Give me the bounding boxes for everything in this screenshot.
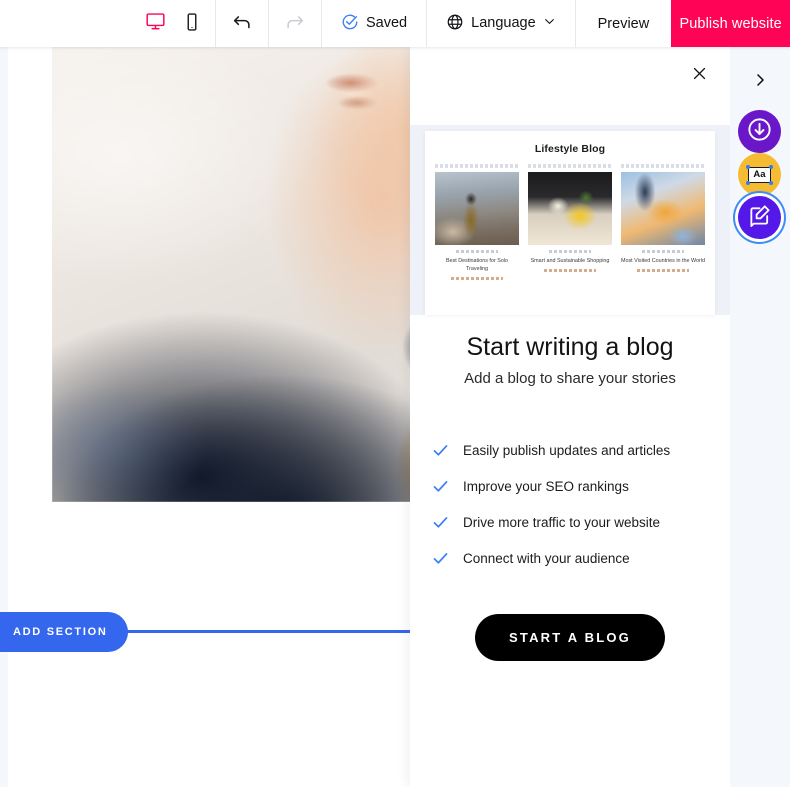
close-panel-button[interactable] — [686, 63, 712, 89]
feature-label: Drive more traffic to your website — [463, 514, 661, 530]
blog-preview-meta — [544, 269, 596, 273]
check-icon — [432, 478, 449, 495]
panel-title: Start writing a blog — [466, 333, 674, 361]
text-aa-icon: Aa — [746, 164, 773, 185]
right-rail: Aa — [730, 47, 790, 787]
collapse-panel-button[interactable] — [748, 70, 772, 94]
blog-preview-image — [621, 172, 705, 245]
feature-item: Improve your SEO rankings — [432, 468, 712, 504]
blog-preview-meta — [451, 277, 503, 281]
blog-preview-item: Best Destinations for Solo Traveling — [435, 164, 519, 281]
blog-preview-title: Lifestyle Blog — [534, 143, 606, 155]
download-circle-icon — [746, 116, 773, 148]
saved-label: Saved — [366, 15, 408, 32]
redo-group — [268, 0, 321, 47]
phone-icon — [184, 12, 200, 36]
edit-button[interactable] — [738, 196, 781, 239]
monitor-icon — [145, 11, 166, 36]
saved-status-button[interactable]: Saved — [328, 0, 420, 47]
add-section-divider-line — [124, 630, 424, 633]
handle-top-left — [746, 164, 750, 169]
blog-preview-caption: Most Visited Countries in the World — [621, 258, 705, 264]
check-circle-icon — [341, 13, 359, 35]
download-button[interactable] — [738, 110, 781, 153]
add-section-label: ADD SECTION — [13, 626, 108, 638]
blog-preview-category — [456, 250, 498, 253]
mobile-view-button[interactable] — [175, 0, 209, 47]
language-label: Language — [471, 15, 536, 32]
top-toolbar: Saved Language Preview Publish website — [0, 0, 790, 47]
edit-pencil-icon — [748, 204, 771, 232]
redo-button[interactable] — [275, 0, 315, 47]
feature-label: Easily publish updates and articles — [463, 442, 671, 458]
toolbar-left-spacer — [0, 0, 130, 47]
undo-button[interactable] — [222, 0, 262, 47]
add-section-button[interactable]: ADD SECTION — [0, 612, 128, 652]
panel-subtitle: Add a blog to share your stories — [464, 370, 676, 387]
language-group: Language — [426, 0, 575, 47]
device-switch-group — [130, 0, 215, 47]
handle-bottom-right — [769, 180, 773, 185]
website-builder-app: Saved Language Preview Publish website A… — [0, 0, 790, 787]
aa-glyph: Aa — [753, 169, 766, 180]
handle-bottom-left — [746, 180, 750, 185]
blog-preview-kicker — [435, 164, 519, 168]
blog-preview-category — [549, 250, 591, 253]
check-icon — [432, 442, 449, 459]
saved-group: Saved — [321, 0, 426, 47]
feature-label: Improve your SEO rankings — [463, 478, 629, 494]
blog-preview-grid: Best Destinations for Solo Traveling Sma… — [435, 164, 705, 281]
feature-item: Connect with your audience — [432, 540, 712, 576]
blog-preview-illustration: Lifestyle Blog Best Destinations for Sol… — [410, 125, 730, 315]
text-button[interactable]: Aa — [738, 153, 781, 196]
feature-item: Drive more traffic to your website — [432, 504, 712, 540]
check-icon — [432, 550, 449, 567]
cta-wrapper: START A BLOG — [410, 614, 730, 661]
check-icon — [432, 514, 449, 531]
language-selector[interactable]: Language — [433, 0, 569, 47]
blog-preview-kicker — [621, 164, 705, 168]
blog-preview-image — [528, 172, 612, 245]
preview-button[interactable]: Preview — [574, 0, 672, 47]
blog-preview-caption: Best Destinations for Solo Traveling — [445, 258, 509, 273]
chevron-down-icon — [543, 15, 556, 32]
feature-item: Easily publish updates and articles — [432, 432, 712, 468]
blog-preview-image — [435, 172, 519, 245]
blog-preview-meta — [637, 269, 689, 273]
blog-preview-item: Smart and Sustainable Shopping — [528, 164, 612, 280]
chevron-right-icon — [752, 72, 768, 93]
redo-arrow-icon — [284, 11, 306, 37]
blog-preview-category — [642, 250, 684, 253]
blog-preview-card: Lifestyle Blog Best Destinations for Sol… — [425, 131, 715, 315]
feature-label: Connect with your audience — [463, 550, 630, 566]
blog-preview-caption: Smart and Sustainable Shopping — [530, 258, 610, 264]
feature-list: Easily publish updates and articles Impr… — [432, 432, 712, 576]
blog-preview-kicker — [528, 164, 612, 168]
publish-website-button[interactable]: Publish website — [671, 0, 790, 47]
close-icon — [692, 66, 707, 86]
globe-icon — [446, 13, 464, 35]
blog-promo-panel: Lifestyle Blog Best Destinations for Sol… — [410, 47, 730, 787]
handle-top-right — [769, 164, 773, 169]
blog-preview-item: Most Visited Countries in the World — [621, 164, 705, 280]
desktop-view-button[interactable] — [136, 0, 175, 47]
start-a-blog-button[interactable]: START A BLOG — [475, 614, 665, 661]
undo-group — [215, 0, 268, 47]
panel-heading-block: Start writing a blog Add a blog to share… — [410, 332, 730, 387]
canvas-left-gutter — [0, 94, 8, 787]
undo-arrow-icon — [231, 11, 253, 37]
